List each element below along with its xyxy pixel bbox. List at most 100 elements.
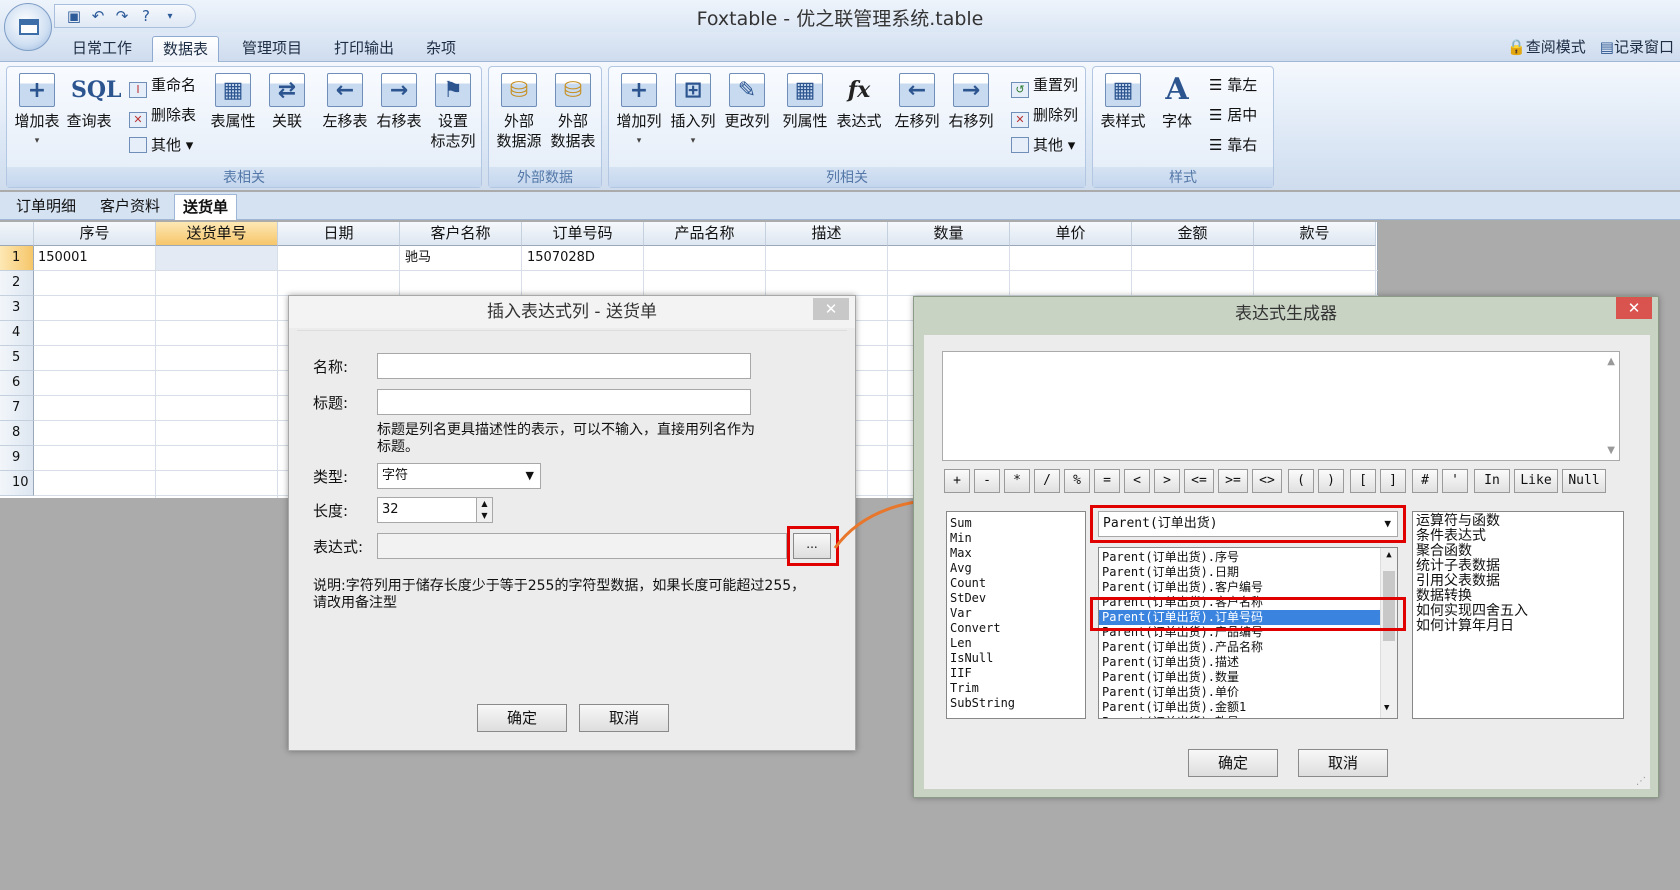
- category-item[interactable]: 聚合函数: [1413, 544, 1623, 559]
- sheet-tab-delivery[interactable]: 送货单: [174, 194, 238, 220]
- operator-button[interactable]: >: [1154, 469, 1180, 493]
- external-source-button[interactable]: ⛁ 外部 数据源: [493, 71, 545, 151]
- help-icon[interactable]: ?: [137, 7, 155, 25]
- operator-button[interactable]: ): [1318, 469, 1344, 493]
- operator-button[interactable]: <>: [1252, 469, 1282, 493]
- reset-column-button[interactable]: ↺ 重置列: [1011, 75, 1078, 98]
- column-header[interactable]: 订单号码: [522, 222, 644, 246]
- tab-projects[interactable]: 管理项目: [232, 36, 312, 62]
- table-props-button[interactable]: ▦ 表属性: [207, 71, 259, 131]
- stepper-arrows-icon[interactable]: ▲ ▼: [476, 498, 492, 522]
- cell-order-1[interactable]: 1507028D: [523, 246, 595, 270]
- function-list[interactable]: Sum Min Max Avg Count StDev Var Convert Len IsNul…: [946, 511, 1086, 719]
- column-header[interactable]: 序号: [34, 222, 156, 246]
- operator-button[interactable]: -: [974, 469, 1000, 493]
- align-center-button[interactable]: ☰ 居中: [1209, 105, 1257, 125]
- operator-button[interactable]: +: [944, 469, 970, 493]
- move-column-right-button[interactable]: → 右移列: [945, 71, 997, 131]
- close-button[interactable]: ✕: [813, 298, 849, 320]
- row-header[interactable]: 5: [0, 346, 34, 371]
- function-item[interactable]: Avg: [947, 561, 1085, 576]
- save-icon[interactable]: ▣: [65, 7, 83, 25]
- ok-button[interactable]: 确定: [477, 704, 567, 732]
- insert-column-button[interactable]: ⊞ 插入列 ▾: [667, 71, 719, 151]
- field-list-scrollbar[interactable]: ▲ ▼: [1380, 548, 1397, 718]
- align-right-button[interactable]: ☰ 靠右: [1209, 135, 1257, 155]
- field-item[interactable]: Parent(订单出货).客户编号: [1099, 580, 1397, 595]
- scroll-down-icon[interactable]: ▼: [1384, 701, 1389, 716]
- column-header[interactable]: 数量: [888, 222, 1010, 246]
- field-item[interactable]: Parent(订单出货).描述: [1099, 655, 1397, 670]
- field-item[interactable]: Parent(订单出货).数量: [1099, 670, 1397, 685]
- operator-button[interactable]: #: [1412, 469, 1438, 493]
- app-menu-button[interactable]: [4, 3, 52, 51]
- category-item[interactable]: 引用父表数据: [1413, 574, 1623, 589]
- field-item[interactable]: Parent(订单出货).款号: [1099, 715, 1397, 718]
- row-header[interactable]: 4: [0, 321, 34, 346]
- operator-button[interactable]: [: [1350, 469, 1376, 493]
- row-header[interactable]: 8: [0, 421, 34, 446]
- change-column-button[interactable]: ✎ 更改列: [721, 71, 773, 131]
- row-header[interactable]: 7: [0, 396, 34, 421]
- add-column-button[interactable]: + 增加列 ▾: [613, 71, 665, 151]
- resize-grip-icon[interactable]: ⋰: [1636, 776, 1646, 787]
- column-other-button[interactable]: 其他 ▾: [1011, 135, 1075, 155]
- add-table-button[interactable]: + 增加表 ▾: [11, 71, 63, 151]
- category-item[interactable]: 统计子表数据: [1413, 559, 1623, 574]
- operator-button[interactable]: <: [1124, 469, 1150, 493]
- function-item[interactable]: Max: [947, 546, 1085, 561]
- expression-button[interactable]: fx 表达式: [833, 71, 885, 131]
- move-column-left-button[interactable]: ← 左移列: [891, 71, 943, 131]
- align-left-button[interactable]: ☰ 靠左: [1209, 75, 1257, 95]
- length-stepper[interactable]: 32 ▲ ▼: [377, 497, 493, 523]
- tab-daily[interactable]: 日常工作: [62, 36, 142, 62]
- function-item[interactable]: IsNull: [947, 651, 1085, 666]
- category-item[interactable]: 条件表达式: [1413, 529, 1623, 544]
- name-input[interactable]: [377, 353, 751, 379]
- field-item[interactable]: Parent(订单出货).日期: [1099, 565, 1397, 580]
- category-item[interactable]: 如何实现四舍五入: [1413, 604, 1623, 619]
- scroll-down-icon[interactable]: ▼: [1607, 445, 1615, 456]
- category-item[interactable]: 运算符与函数: [1413, 514, 1623, 529]
- field-list[interactable]: Parent(订单出货).序号 Parent(订单出货).日期 Parent(订单出…: [1098, 547, 1398, 719]
- function-item[interactable]: Len: [947, 636, 1085, 651]
- function-item[interactable]: Convert: [947, 621, 1085, 636]
- move-table-left-button[interactable]: ← 左移表: [319, 71, 371, 131]
- operator-button[interactable]: =: [1094, 469, 1120, 493]
- close-button[interactable]: ✕: [1616, 297, 1652, 319]
- customize-icon[interactable]: ▾: [161, 11, 179, 22]
- row-header[interactable]: 1: [0, 246, 34, 271]
- tab-print[interactable]: 打印输出: [324, 36, 404, 62]
- select-all-corner[interactable]: [0, 222, 34, 246]
- operator-button[interactable]: Null: [1562, 469, 1606, 493]
- delete-table-button[interactable]: ✕ 删除表: [129, 105, 196, 128]
- scroll-up-icon[interactable]: ▲: [1607, 356, 1615, 367]
- operator-button[interactable]: /: [1034, 469, 1060, 493]
- cell-seq-1[interactable]: 150001: [34, 246, 88, 270]
- operator-button[interactable]: <=: [1184, 469, 1214, 493]
- cancel-button[interactable]: 取消: [1298, 749, 1388, 777]
- field-item[interactable]: Parent(订单出货).产品名称: [1099, 640, 1397, 655]
- column-header[interactable]: 款号: [1254, 222, 1376, 246]
- expression-input[interactable]: [377, 533, 787, 559]
- rename-table-button[interactable]: I 重命名: [129, 75, 196, 98]
- query-table-button[interactable]: SQL 查询表: [63, 71, 121, 131]
- table-other-button[interactable]: 其他 ▾: [129, 135, 193, 155]
- operator-button[interactable]: *: [1004, 469, 1030, 493]
- expression-editor[interactable]: ▲ ▼: [942, 351, 1620, 461]
- column-header[interactable]: 金额: [1132, 222, 1254, 246]
- function-item[interactable]: IIF: [947, 666, 1085, 681]
- column-header[interactable]: 描述: [766, 222, 888, 246]
- category-item[interactable]: 数据转换: [1413, 589, 1623, 604]
- function-item[interactable]: Trim: [947, 681, 1085, 696]
- function-item[interactable]: Sum: [947, 516, 1085, 531]
- category-list[interactable]: 运算符与函数 条件表达式 聚合函数 统计子表数据 引用父表数据 数据转换 如何实现四舍五入如…: [1412, 511, 1624, 719]
- column-header[interactable]: 产品名称: [644, 222, 766, 246]
- table-style-button[interactable]: ▦ 表样式: [1097, 71, 1149, 131]
- move-table-right-button[interactable]: → 右移表: [373, 71, 425, 131]
- operator-button[interactable]: >=: [1218, 469, 1248, 493]
- undo-icon[interactable]: ↶: [89, 7, 107, 25]
- relation-button[interactable]: ⇄ 关联: [261, 71, 313, 131]
- sheet-tab-orders[interactable]: 订单明细: [8, 194, 84, 220]
- column-props-button[interactable]: ▦ 列属性: [779, 71, 831, 131]
